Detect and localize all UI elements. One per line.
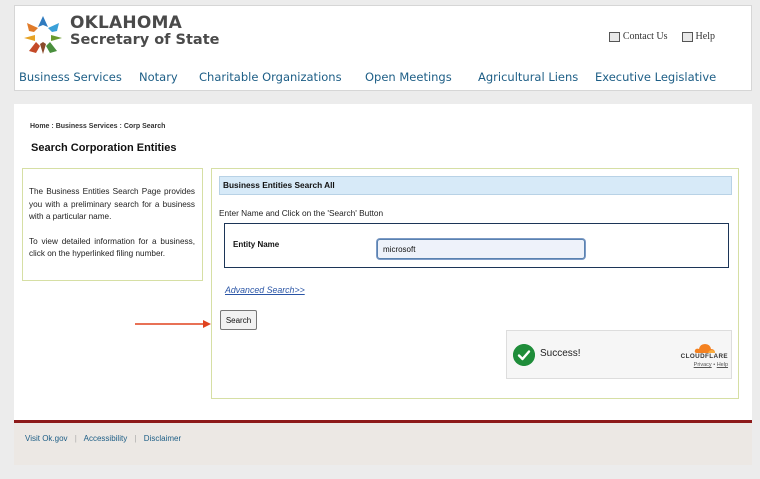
advanced-search-link[interactable]: Advanced Search>> <box>225 285 305 295</box>
success-check-icon <box>513 344 535 366</box>
cloudflare-name: CLOUDFLARE <box>680 353 728 360</box>
search-instructions: Enter Name and Click on the 'Search' But… <box>219 208 384 218</box>
cloudflare-logo: CLOUDFLARE Privacy • Help <box>670 341 728 373</box>
search-button[interactable]: Search <box>220 310 257 330</box>
captcha-status: Success! <box>540 348 581 359</box>
captcha-widget: Success! CLOUDFLARE Privacy • Help <box>506 330 732 379</box>
search-panel: Business Entities Search All Enter Name … <box>211 168 739 399</box>
utility-links: Contact Us Help <box>608 31 715 42</box>
help-icon <box>681 31 693 42</box>
breadcrumb-current: Corp Search <box>123 123 166 130</box>
contact-icon <box>608 31 620 42</box>
footer-visit-okgov-link[interactable]: Visit Ok.gov <box>25 434 68 443</box>
info-panel: The Business Entities Search Page provid… <box>22 168 203 281</box>
search-panel-heading: Business Entities Search All <box>219 176 732 195</box>
help-label: Help <box>695 31 715 42</box>
captcha-help-link[interactable]: Help <box>717 362 728 368</box>
entity-name-input[interactable] <box>377 239 585 259</box>
site-footer: Visit Ok.gov | Accessibility | Disclaime… <box>14 420 752 465</box>
arrow-annotation-icon <box>135 320 211 328</box>
breadcrumb: Home : Business Services : Corp Search <box>30 123 165 130</box>
captcha-link-separator: • <box>713 362 716 368</box>
contact-us-link[interactable]: Contact Us <box>608 31 668 42</box>
nav-business-services[interactable]: Business Services <box>19 70 122 84</box>
footer-disclaimer-link[interactable]: Disclaimer <box>144 434 181 443</box>
page-title: Search Corporation Entities <box>31 142 177 154</box>
footer-links: Visit Ok.gov | Accessibility | Disclaime… <box>25 434 181 443</box>
footer-accessibility-link[interactable]: Accessibility <box>84 434 128 443</box>
nav-open-meetings[interactable]: Open Meetings <box>365 70 452 84</box>
footer-separator: | <box>74 434 77 443</box>
brand-name: OKLAHOMA <box>70 13 182 33</box>
nav-executive-legislative[interactable]: Executive Legislative <box>595 70 716 84</box>
nav-charitable-organizations[interactable]: Charitable Organizations <box>199 70 342 84</box>
brand-subtitle: Secretary of State <box>70 32 220 48</box>
breadcrumb-business-services[interactable]: Business Services <box>56 123 118 130</box>
oklahoma-logo-icon[interactable] <box>21 13 65 57</box>
help-link[interactable]: Help <box>681 31 715 42</box>
nav-agricultural-liens[interactable]: Agricultural Liens <box>478 70 578 84</box>
nav-notary[interactable]: Notary <box>139 70 178 84</box>
breadcrumb-separator: : <box>119 123 122 130</box>
breadcrumb-separator: : <box>51 123 54 130</box>
footer-separator: | <box>134 434 137 443</box>
contact-us-label: Contact Us <box>622 31 668 42</box>
site-header: OKLAHOMA Secretary of State Contact Us H… <box>14 5 752 91</box>
info-text: The Business Entities Search Page provid… <box>29 187 195 221</box>
entity-name-row: Entity Name <box>224 223 729 268</box>
captcha-privacy-link[interactable]: Privacy <box>694 362 712 368</box>
breadcrumb-home[interactable]: Home <box>30 123 49 130</box>
captcha-links: Privacy • Help <box>670 362 728 368</box>
entity-name-label: Entity Name <box>233 240 280 249</box>
info-text: To view detailed information for a busin… <box>29 236 195 259</box>
main-content: Home : Business Services : Corp Search S… <box>14 104 752 420</box>
